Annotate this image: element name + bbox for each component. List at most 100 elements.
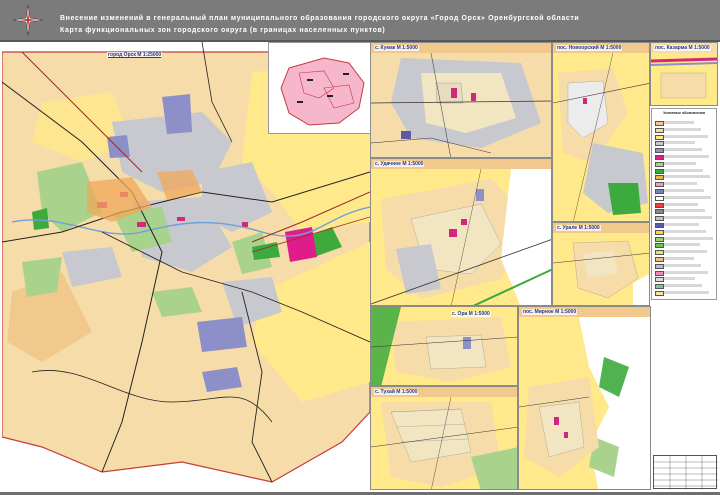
overview-svg: [280, 57, 365, 126]
legend-text-line: [664, 291, 709, 294]
inset-urale-svg: [553, 233, 649, 305]
legend-text-line: [664, 257, 694, 260]
legend-swatch: [655, 257, 664, 262]
legend-entry: [655, 182, 715, 188]
inset-udachnoe[interactable]: с. Удачное М 1:5000: [370, 158, 552, 306]
legend-text-line: [664, 195, 711, 199]
main-map-title: город Орск М 1:25000: [107, 52, 163, 58]
legend: Условные обозначения: [651, 108, 717, 300]
title-bar: Внесение изменений в генеральный план му…: [0, 0, 720, 42]
legend-entry: [655, 209, 715, 215]
legend-entry: [655, 189, 715, 194]
inset-tuhai-svg: [371, 396, 517, 489]
inset-novoorsky[interactable]: пос. Новоорский М 1:5000: [552, 42, 650, 222]
legend-entry: [655, 195, 715, 201]
main-map-panel[interactable]: город Орск М 1:25000: [2, 42, 370, 490]
legend-text-line: [664, 250, 707, 254]
legend-entry: [655, 168, 715, 174]
inset-kumak[interactable]: с. Кумак М 1:5000: [370, 42, 552, 158]
legend-entry: [655, 250, 715, 256]
legend-text-line: [664, 243, 700, 247]
legend-entry: [655, 148, 715, 154]
legend-entry: [655, 236, 715, 242]
legend-entry: [655, 155, 715, 160]
legend-text-line: [664, 236, 713, 240]
stamp-grid-svg: [654, 456, 718, 490]
inset-kazarma[interactable]: пос. Казарма М 1:5000: [650, 42, 718, 106]
legend-text-line: [664, 229, 706, 233]
legend-entry: [655, 202, 715, 208]
legend-swatch: [655, 202, 664, 208]
legend-text-line: [664, 168, 703, 172]
legend-swatch: [655, 223, 664, 228]
legend-swatch: [655, 284, 664, 290]
legend-swatch: [655, 291, 664, 296]
legend-entry: [655, 161, 715, 167]
legend-text-line: [664, 148, 702, 152]
inset-kazarma-title: пос. Казарма М 1:5000: [654, 45, 711, 51]
inset-ora[interactable]: с. Ора М 1:5000: [370, 306, 518, 386]
inset-urale-title: с. Урале М 1:5000: [556, 225, 601, 231]
legend-text-line: [664, 263, 701, 267]
legend-swatch: [655, 127, 664, 133]
legend-text-line: [664, 223, 699, 226]
title-block-stamp: [653, 455, 718, 490]
legend-entry: [655, 277, 715, 283]
legend-entry: [655, 229, 715, 235]
inset-mirnoe-svg: [519, 317, 650, 489]
legend-text-line: [664, 284, 702, 288]
legend-swatch: [655, 195, 664, 201]
legend-entry: [655, 175, 715, 181]
legend-swatch: [655, 141, 664, 147]
legend-text-line: [664, 141, 695, 145]
legend-swatch: [655, 189, 664, 194]
legend-swatch: [655, 134, 664, 140]
inset-ora-title: с. Ора М 1:5000: [451, 311, 491, 317]
legend-entry: [655, 121, 715, 126]
legend-text-line: [664, 134, 708, 138]
legend-entry: [655, 216, 715, 222]
legend-swatch: [655, 209, 664, 215]
legend-text-line: [664, 161, 696, 165]
map-subtitle: Карта функциональных зон городского окру…: [60, 27, 386, 34]
legend-text-line: [664, 121, 694, 124]
legend-title: Условные обозначения: [663, 111, 705, 115]
inset-kumak-title: с. Кумак М 1:5000: [374, 45, 419, 51]
legend-text-line: [664, 270, 708, 274]
legend-swatch: [655, 263, 664, 269]
legend-text-line: [664, 175, 710, 179]
legend-swatch: [655, 216, 664, 222]
legend-entry: [655, 134, 715, 140]
legend-swatch: [655, 121, 664, 126]
inset-novoorsky-title: пос. Новоорский М 1:5000: [556, 45, 623, 51]
legend-swatch: [655, 270, 664, 276]
legend-text-line: [664, 155, 709, 158]
inset-ora-svg: [371, 307, 517, 385]
legend-swatch: [655, 148, 664, 154]
inset-tuhai[interactable]: с. Тухай М 1:5000: [370, 386, 518, 490]
legend-swatch: [655, 250, 664, 256]
legend-entry: [655, 291, 715, 296]
legend-entry: [655, 270, 715, 276]
legend-swatch: [655, 161, 664, 167]
legend-text-line: [664, 189, 704, 192]
legend-entry: [655, 243, 715, 249]
legend-swatch: [655, 229, 664, 235]
legend-swatch: [655, 236, 664, 242]
legend-text-line: [664, 216, 712, 220]
inset-udachnoe-svg: [371, 168, 551, 305]
overview-inset: [268, 42, 370, 134]
legend-swatch: [655, 243, 664, 249]
legend-entry: [655, 263, 715, 269]
inset-kazarma-svg: [651, 53, 717, 105]
map-title: Внесение изменений в генеральный план му…: [60, 15, 580, 22]
legend-text-line: [664, 209, 705, 213]
legend-swatch: [655, 277, 664, 283]
compass-rose-icon: [12, 4, 44, 36]
inset-urale[interactable]: с. Урале М 1:5000: [552, 222, 650, 306]
inset-mirnoe[interactable]: пос. Мирное М 1:5000: [518, 306, 651, 490]
legend-text-line: [664, 202, 698, 206]
legend-text-line: [664, 127, 701, 131]
map-sheet: Внесение изменений в генеральный план му…: [0, 0, 720, 492]
legend-swatch: [655, 155, 664, 160]
